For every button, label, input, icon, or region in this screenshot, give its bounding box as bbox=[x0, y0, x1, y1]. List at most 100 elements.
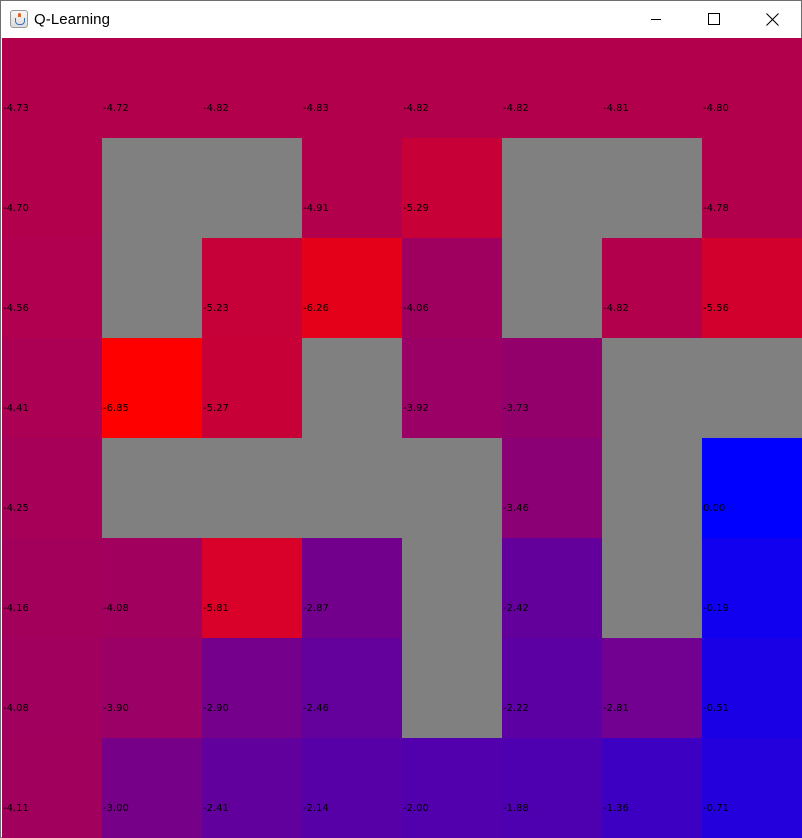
maximize-button[interactable] bbox=[685, 1, 743, 37]
wall-cell bbox=[502, 138, 602, 238]
q-value-label: -4.11 bbox=[3, 803, 29, 814]
state-cell: -4.73 bbox=[2, 38, 102, 138]
q-value-label: -2.00 bbox=[403, 803, 429, 814]
q-value-label: -4.80 bbox=[703, 103, 729, 114]
q-value-label: -4.08 bbox=[3, 703, 29, 714]
wall-cell bbox=[602, 138, 702, 238]
q-value-label: -3.00 bbox=[103, 803, 129, 814]
q-value-label: -1.88 bbox=[503, 803, 529, 814]
state-cell: -4.80 bbox=[702, 38, 802, 138]
state-cell: -4.41 bbox=[2, 338, 102, 438]
state-cell: -4.83 bbox=[302, 38, 402, 138]
state-cell: -4.81 bbox=[602, 38, 702, 138]
state-cell: -4.08 bbox=[2, 638, 102, 738]
wall-cell bbox=[402, 538, 502, 638]
q-value-label: -4.91 bbox=[303, 203, 329, 214]
q-value-label: -2.22 bbox=[503, 703, 529, 714]
q-value-label: -3.46 bbox=[503, 503, 529, 514]
q-value-label: -0.19 bbox=[703, 603, 729, 614]
q-value-label: -3.73 bbox=[503, 403, 529, 414]
wall-cell bbox=[702, 338, 802, 438]
state-cell: -2.87 bbox=[302, 538, 402, 638]
q-value-label: -4.70 bbox=[3, 203, 29, 214]
state-cell: -5.27 bbox=[202, 338, 302, 438]
q-value-label: -4.25 bbox=[3, 503, 29, 514]
q-value-label: -4.81 bbox=[603, 103, 629, 114]
minimize-button[interactable] bbox=[627, 1, 685, 37]
state-cell: -3.46 bbox=[502, 438, 602, 538]
q-value-label: -2.42 bbox=[503, 603, 529, 614]
close-button[interactable] bbox=[743, 1, 801, 37]
q-value-label: -6.85 bbox=[103, 403, 129, 414]
q-value-label: -3.90 bbox=[103, 703, 129, 714]
state-cell: -6.85 bbox=[102, 338, 202, 438]
state-cell: -2.46 bbox=[302, 638, 402, 738]
state-cell: -4.82 bbox=[502, 38, 602, 138]
state-cell: -3.73 bbox=[502, 338, 602, 438]
state-cell: -4.78 bbox=[702, 138, 802, 238]
java-app-icon[interactable] bbox=[10, 10, 28, 28]
q-value-label: -2.81 bbox=[603, 703, 629, 714]
window-controls bbox=[627, 1, 801, 37]
state-cell: -4.91 bbox=[302, 138, 402, 238]
q-value-label: -4.08 bbox=[103, 603, 129, 614]
minimize-icon bbox=[651, 19, 661, 20]
state-cell: -6.26 bbox=[302, 238, 402, 338]
wall-cell bbox=[102, 238, 202, 338]
wall-cell bbox=[302, 338, 402, 438]
q-value-label: -5.29 bbox=[403, 203, 429, 214]
state-cell: -3.90 bbox=[102, 638, 202, 738]
state-cell: -2.90 bbox=[202, 638, 302, 738]
q-value-label: -2.87 bbox=[303, 603, 329, 614]
state-cell: -2.22 bbox=[502, 638, 602, 738]
state-cell: -4.16 bbox=[2, 538, 102, 638]
state-cell: -5.56 bbox=[702, 238, 802, 338]
state-cell: -5.81 bbox=[202, 538, 302, 638]
state-cell: -0.19 bbox=[702, 538, 802, 638]
state-cell: 0.00 bbox=[702, 438, 802, 538]
state-cell: -3.92 bbox=[402, 338, 502, 438]
state-cell: -4.08 bbox=[102, 538, 202, 638]
q-value-label: -4.82 bbox=[503, 103, 529, 114]
q-value-label: -2.41 bbox=[203, 803, 229, 814]
state-cell: -4.70 bbox=[2, 138, 102, 238]
wall-cell bbox=[602, 338, 702, 438]
q-value-label: -2.46 bbox=[303, 703, 329, 714]
wall-cell bbox=[102, 138, 202, 238]
q-value-label: -4.78 bbox=[703, 203, 729, 214]
q-value-label: -2.90 bbox=[203, 703, 229, 714]
q-value-label: -4.72 bbox=[103, 103, 129, 114]
wall-cell bbox=[602, 538, 702, 638]
state-cell: -0.71 bbox=[702, 738, 802, 838]
state-cell: -2.42 bbox=[502, 538, 602, 638]
state-cell: -2.14 bbox=[302, 738, 402, 838]
maximize-icon bbox=[708, 13, 720, 25]
q-value-label: -1.36 bbox=[603, 803, 629, 814]
state-cell: -4.06 bbox=[402, 238, 502, 338]
q-value-label: -3.92 bbox=[403, 403, 429, 414]
q-value-label: -4.83 bbox=[303, 103, 329, 114]
q-value-label: -0.71 bbox=[703, 803, 729, 814]
q-value-label: -5.23 bbox=[203, 303, 229, 314]
title-bar[interactable]: Q-Learning bbox=[1, 1, 801, 37]
q-value-label: -5.27 bbox=[203, 403, 229, 414]
q-value-label: -4.06 bbox=[403, 303, 429, 314]
state-cell: -4.72 bbox=[102, 38, 202, 138]
wall-cell bbox=[202, 138, 302, 238]
wall-cell bbox=[502, 238, 602, 338]
q-value-label: -4.73 bbox=[3, 103, 29, 114]
q-value-label: -0.51 bbox=[703, 703, 729, 714]
wall-cell bbox=[402, 638, 502, 738]
state-cell: -0.51 bbox=[702, 638, 802, 738]
wall-cell bbox=[302, 438, 402, 538]
window-title: Q-Learning bbox=[34, 10, 111, 28]
wall-cell bbox=[202, 438, 302, 538]
wall-cell bbox=[102, 438, 202, 538]
state-cell: -1.88 bbox=[502, 738, 602, 838]
q-value-label: -4.82 bbox=[603, 303, 629, 314]
state-cell: -3.00 bbox=[102, 738, 202, 838]
q-value-label: 0.00 bbox=[703, 503, 726, 514]
state-cell: -5.23 bbox=[202, 238, 302, 338]
state-cell: -4.82 bbox=[202, 38, 302, 138]
state-cell: -4.11 bbox=[2, 738, 102, 838]
